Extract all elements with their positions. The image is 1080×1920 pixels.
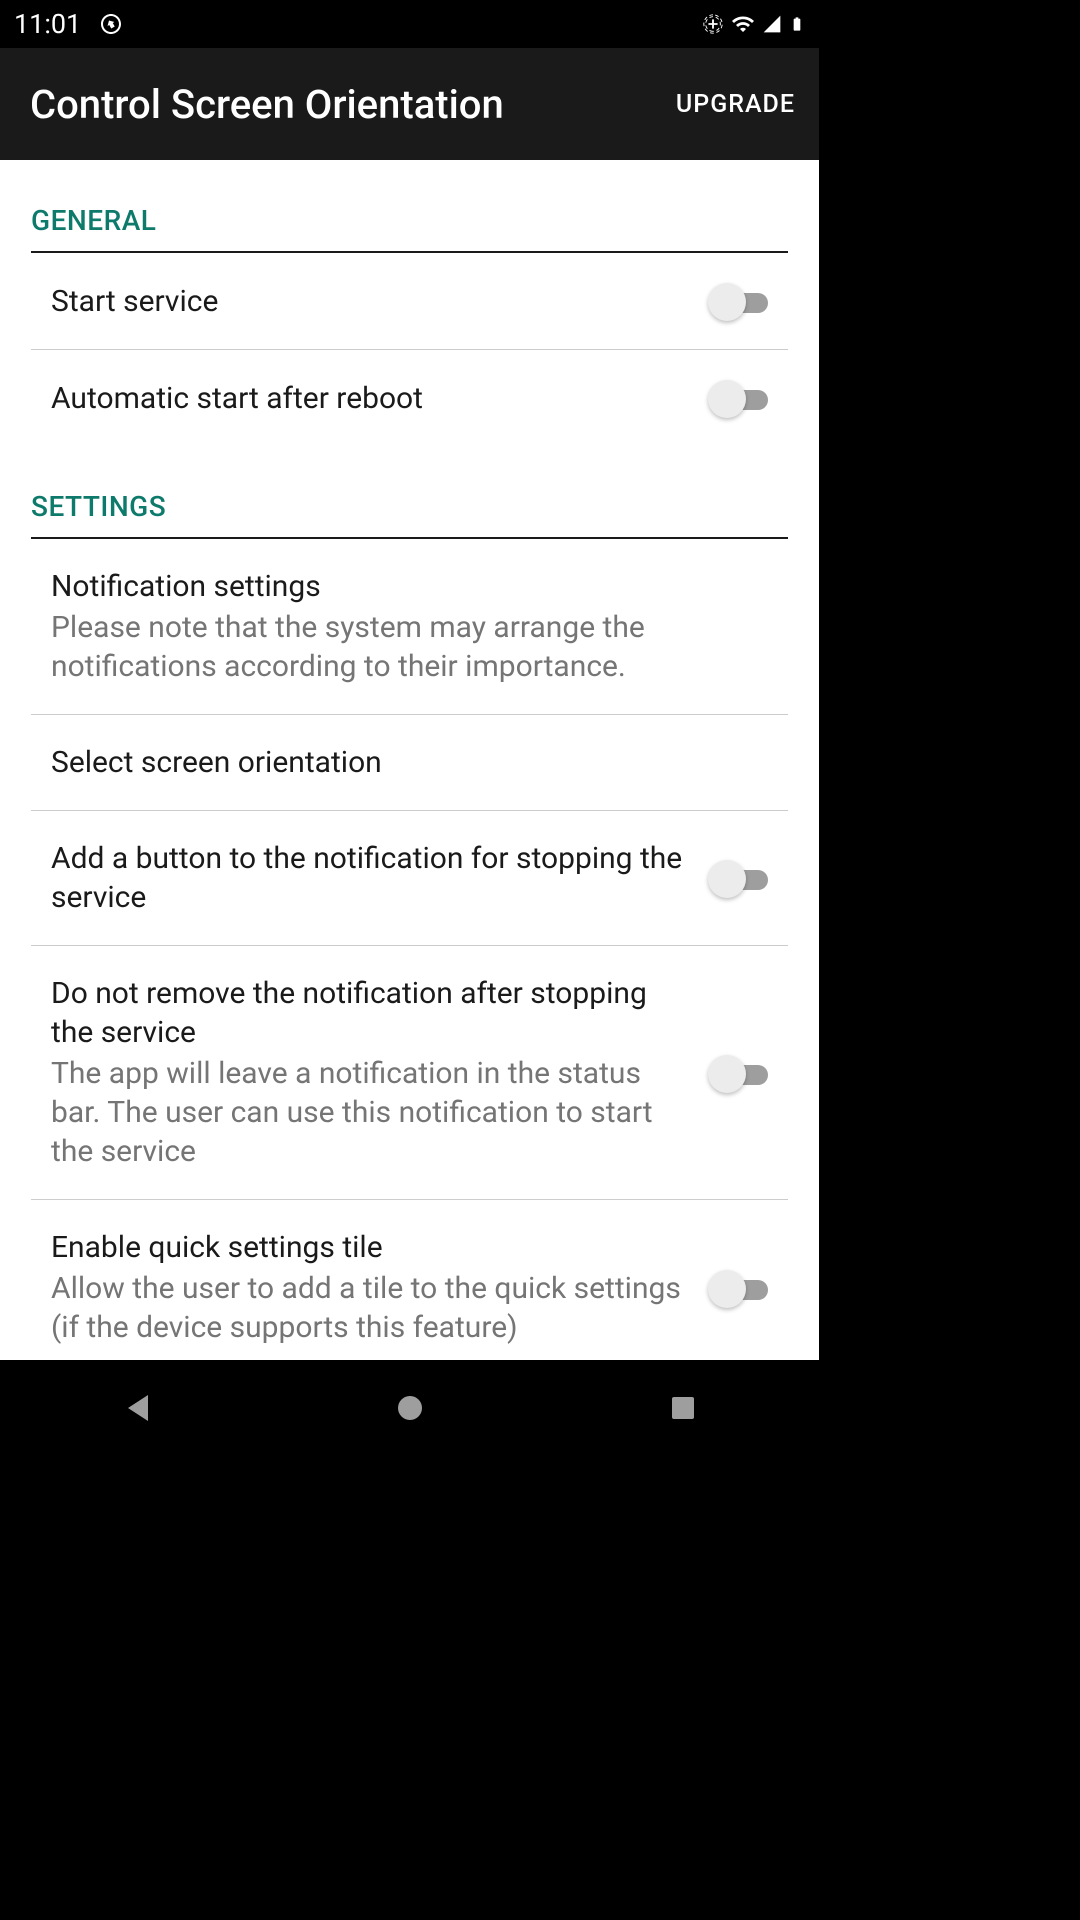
toggle-thumb bbox=[708, 1270, 746, 1308]
setting-select-orientation[interactable]: Select screen orientation bbox=[31, 715, 788, 811]
section-settings: SETTINGS Notification settings Please no… bbox=[0, 446, 819, 1360]
toggle-quick-tile[interactable] bbox=[708, 1268, 768, 1308]
setting-start-service[interactable]: Start service bbox=[31, 253, 788, 350]
battery-icon bbox=[789, 12, 805, 36]
setting-label: Enable quick settings tile bbox=[51, 1228, 692, 1267]
setting-text: Select screen orientation bbox=[51, 743, 768, 782]
setting-text: Notification settings Please note that t… bbox=[51, 567, 768, 686]
nav-home-button[interactable] bbox=[320, 1378, 500, 1438]
recent-icon bbox=[671, 1396, 695, 1420]
toggle-thumb bbox=[708, 283, 746, 321]
setting-text: Do not remove the notification after sto… bbox=[51, 974, 692, 1171]
statusbar-left: 11:01 bbox=[14, 8, 123, 40]
toggle-stop-button[interactable] bbox=[708, 858, 768, 898]
setting-label: Automatic start after reboot bbox=[51, 379, 692, 418]
toggle-thumb bbox=[708, 860, 746, 898]
section-general: GENERAL Start service Automatic start af… bbox=[0, 160, 819, 446]
setting-desc: The app will leave a notification in the… bbox=[51, 1054, 692, 1171]
statusbar-right bbox=[702, 12, 805, 36]
setting-keep-notification[interactable]: Do not remove the notification after sto… bbox=[31, 946, 788, 1200]
status-time: 11:01 bbox=[14, 8, 81, 40]
setting-notification-settings[interactable]: Notification settings Please note that t… bbox=[31, 539, 788, 715]
app-title: Control Screen Orientation bbox=[30, 81, 504, 128]
cellular-signal-icon bbox=[762, 14, 782, 34]
section-header-general: GENERAL bbox=[31, 160, 788, 253]
content-area[interactable]: GENERAL Start service Automatic start af… bbox=[0, 160, 819, 1360]
statusbar: 11:01 bbox=[0, 0, 819, 48]
setting-label: Notification settings bbox=[51, 567, 768, 606]
setting-label: Do not remove the notification after sto… bbox=[51, 974, 692, 1052]
setting-text: Start service bbox=[51, 282, 692, 321]
setting-quick-tile[interactable]: Enable quick settings tile Allow the use… bbox=[31, 1200, 788, 1360]
orientation-lock-icon bbox=[99, 12, 123, 36]
back-icon bbox=[124, 1393, 150, 1423]
setting-auto-start[interactable]: Automatic start after reboot bbox=[31, 350, 788, 446]
appbar: Control Screen Orientation UPGRADE bbox=[0, 48, 819, 160]
setting-label: Select screen orientation bbox=[51, 743, 768, 782]
setting-desc: Allow the user to add a tile to the quic… bbox=[51, 1269, 692, 1347]
toggle-thumb bbox=[708, 380, 746, 418]
setting-text: Enable quick settings tile Allow the use… bbox=[51, 1228, 692, 1347]
toggle-auto-start[interactable] bbox=[708, 378, 768, 418]
home-icon bbox=[397, 1395, 423, 1421]
setting-desc: Please note that the system may arrange … bbox=[51, 608, 768, 686]
upgrade-button[interactable]: UPGRADE bbox=[676, 90, 795, 119]
setting-label: Add a button to the notification for sto… bbox=[51, 839, 692, 917]
setting-text: Add a button to the notification for sto… bbox=[51, 839, 692, 917]
setting-text: Automatic start after reboot bbox=[51, 379, 692, 418]
data-saver-icon bbox=[702, 13, 724, 35]
screen: 11:01 Control Screen Orientation UPGR bbox=[0, 0, 819, 1456]
nav-recent-button[interactable] bbox=[593, 1378, 773, 1438]
setting-label: Start service bbox=[51, 282, 692, 321]
toggle-start-service[interactable] bbox=[708, 281, 768, 321]
wifi-icon bbox=[731, 12, 755, 36]
setting-stop-button[interactable]: Add a button to the notification for sto… bbox=[31, 811, 788, 946]
toggle-keep-notification[interactable] bbox=[708, 1053, 768, 1093]
toggle-thumb bbox=[708, 1055, 746, 1093]
section-header-settings: SETTINGS bbox=[31, 446, 788, 539]
nav-back-button[interactable] bbox=[47, 1378, 227, 1438]
navbar bbox=[0, 1360, 819, 1456]
